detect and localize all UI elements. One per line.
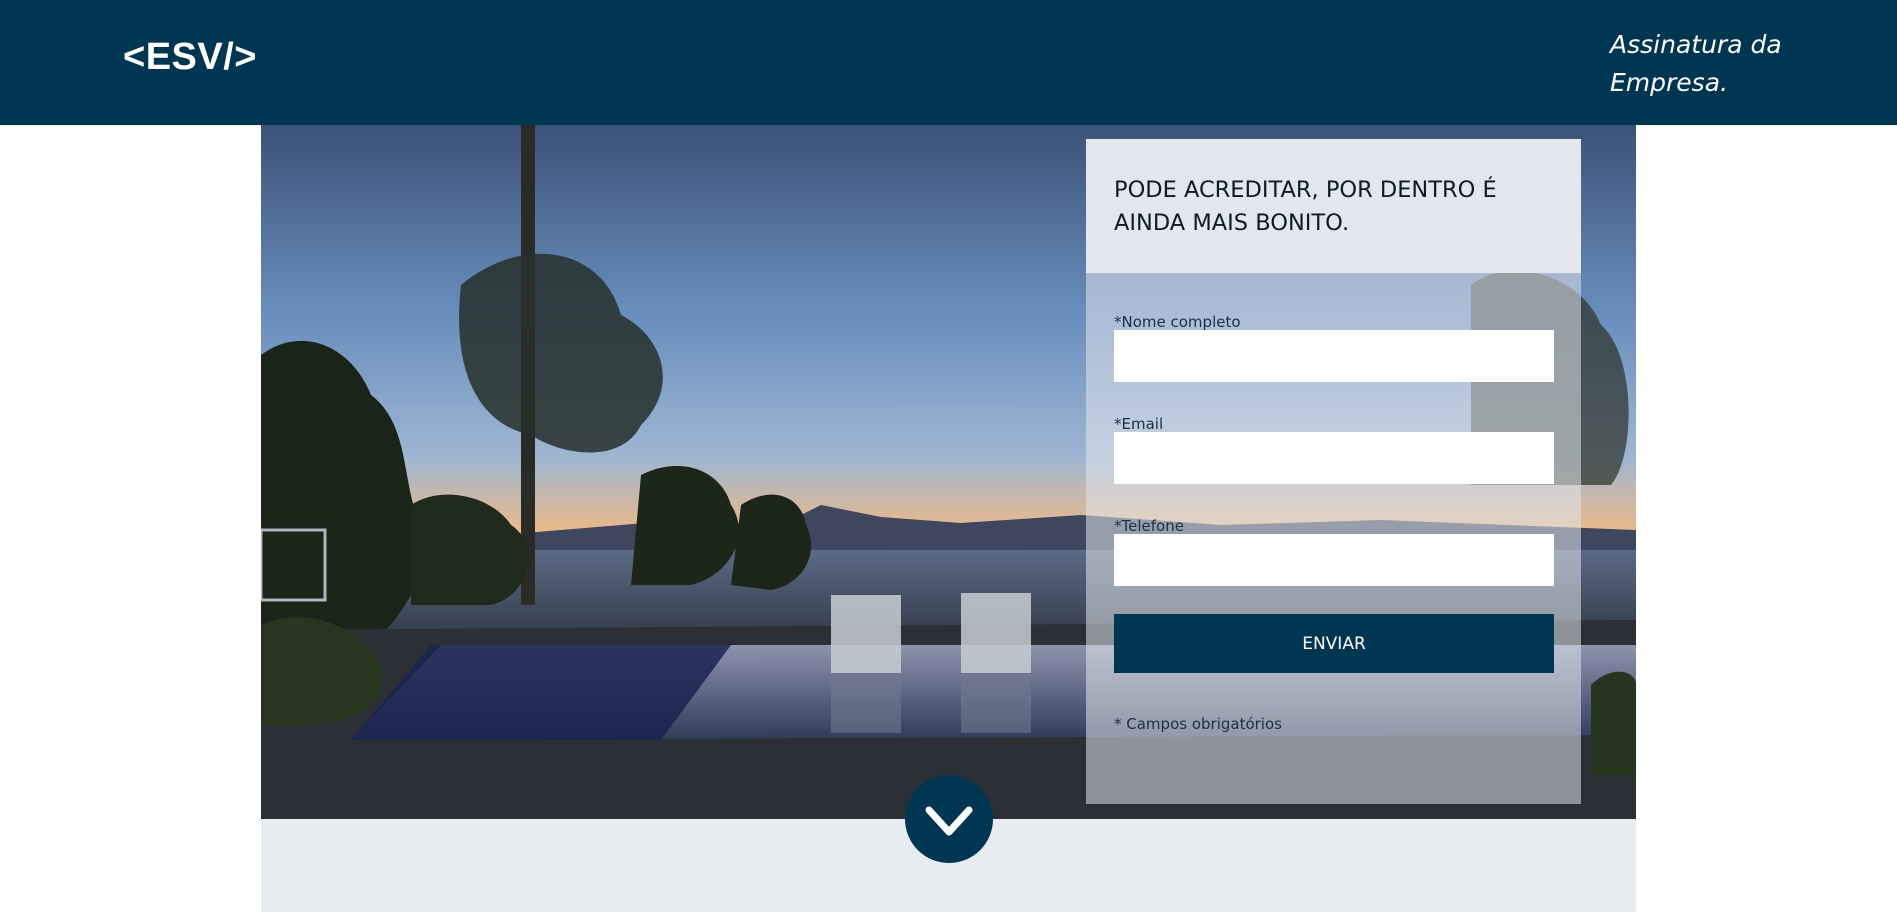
email-field[interactable] — [1114, 432, 1554, 484]
company-signature: Assinatura da Empresa. — [1610, 30, 1782, 97]
phone-field-label: *Telefone — [1114, 517, 1184, 535]
site-header: <ESV/> Assinatura da Empresa. — [0, 0, 1897, 125]
required-fields-note: * Campos obrigatórios — [1114, 715, 1282, 733]
chevron-down-icon — [925, 806, 973, 836]
hero-section: PODE ACREDITAR, POR DENTRO É AINDA MAIS … — [261, 125, 1636, 819]
contact-form: PODE ACREDITAR, POR DENTRO É AINDA MAIS … — [1086, 139, 1581, 804]
name-field[interactable] — [1114, 330, 1554, 382]
email-field-label: *Email — [1114, 415, 1164, 433]
logo[interactable]: <ESV/> — [123, 36, 257, 79]
submit-button[interactable]: ENVIAR — [1114, 614, 1554, 673]
name-field-label: *Nome completo — [1114, 313, 1241, 331]
form-header: PODE ACREDITAR, POR DENTRO É AINDA MAIS … — [1086, 139, 1581, 273]
phone-field[interactable] — [1114, 534, 1554, 586]
form-title: PODE ACREDITAR, POR DENTRO É AINDA MAIS … — [1114, 177, 1497, 236]
scroll-down-button[interactable] — [905, 775, 993, 863]
